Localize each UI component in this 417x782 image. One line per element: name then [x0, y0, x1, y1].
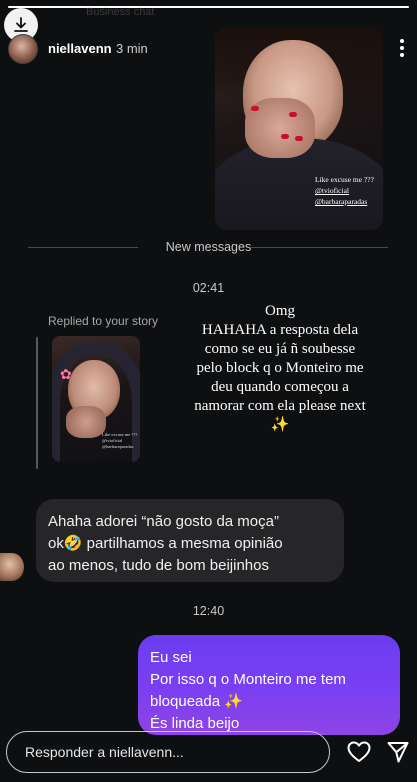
flower-sticker-icon: ✿: [60, 366, 72, 382]
shared-story-photo[interactable]: Like excuse me ??? @tvioficial @barbarap…: [215, 28, 383, 230]
story-photo-mention: @tvioficial: [315, 186, 349, 195]
thumb-caption: Like excuse me ??? @tvioficial @barbarap…: [102, 432, 138, 450]
reply-indicator-bar: [36, 337, 38, 469]
story-photo-caption-line: Like excuse me ???: [315, 175, 374, 184]
message-timestamp: 02:41: [192, 281, 225, 295]
story-author-username[interactable]: niellavenn: [48, 41, 112, 56]
story-author-avatar[interactable]: [8, 34, 38, 64]
send-icon[interactable]: [386, 740, 410, 764]
photo-nail: [289, 112, 297, 117]
message-timestamp: 12:40: [192, 604, 225, 618]
more-icon[interactable]: [399, 38, 405, 58]
thumb-caption-line: @barbaraparadas: [102, 444, 134, 449]
story-photo-caption: Like excuse me ??? @tvioficial @barbarap…: [315, 174, 381, 207]
story-timestamp: 3 min: [116, 41, 148, 56]
photo-nail: [251, 106, 259, 111]
download-icon: [14, 17, 28, 32]
outgoing-message-bubble[interactable]: Eu sei Por isso q o Monteiro me tem bloq…: [138, 635, 400, 735]
sender-avatar[interactable]: [0, 553, 24, 581]
underlying-subtitle: Business chat: [86, 6, 155, 18]
photo-nail: [295, 136, 303, 141]
replied-to-story-label: Replied to your story: [48, 314, 159, 328]
incoming-message-bubble[interactable]: Ahaha adorei “não gosto da moça” ok🤣 par…: [36, 499, 344, 582]
heart-icon[interactable]: [346, 740, 372, 764]
photo-nail: [281, 134, 289, 139]
reply-input[interactable]: [6, 731, 330, 773]
thumb-hand: [66, 406, 106, 438]
divider-line-right: [250, 247, 388, 248]
story-photo-mention: @barbaraparadas: [315, 197, 368, 206]
story-reply-overlay-text: Omg HAHAHA a resposta dela como se eu já…: [194, 303, 366, 433]
replied-story-thumbnail[interactable]: ✿ Like excuse me ??? @tvioficial @barbar…: [52, 336, 140, 462]
underlying-header: Business chat: [50, 0, 370, 22]
